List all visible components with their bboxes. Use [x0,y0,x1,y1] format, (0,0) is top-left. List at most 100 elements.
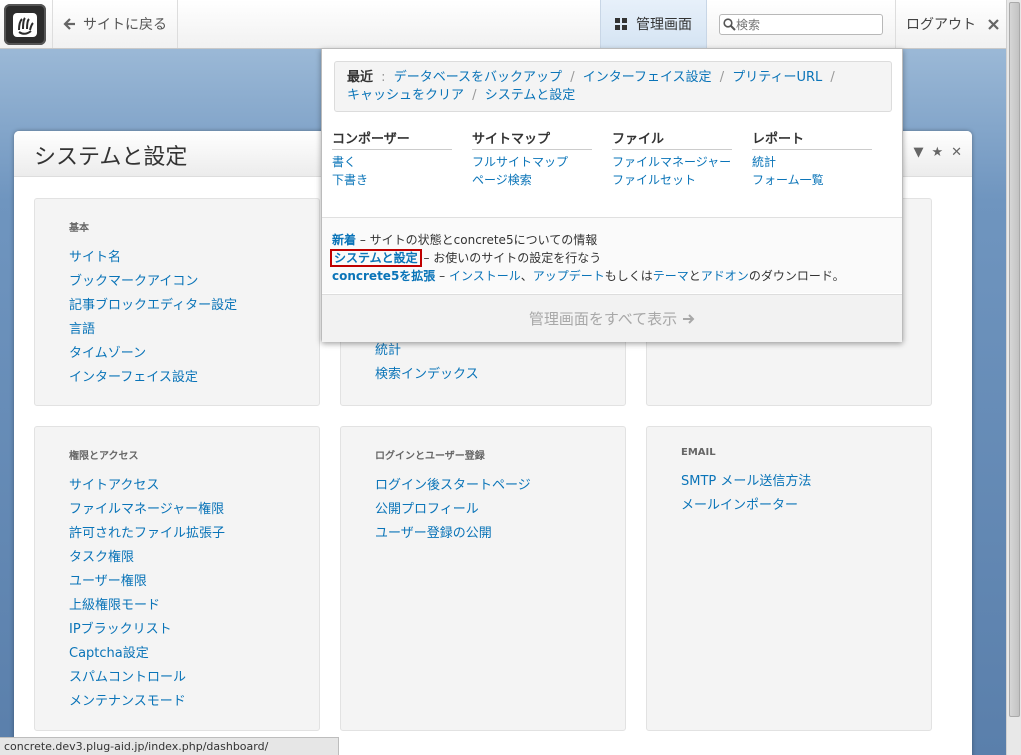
logo-hand-icon [13,12,37,37]
logout-button[interactable]: ログアウト [895,0,1006,48]
extend-dash: – [439,269,446,283]
grid-icon [615,17,627,30]
menu-link-statistics[interactable]: 統計 [752,153,872,171]
link-public-registration[interactable]: ユーザー登録の公開 [375,522,625,546]
recent-link-pretty-url[interactable]: プリティーURL [732,70,822,85]
link-bookmark-icon[interactable]: ブックマークアイコン [69,270,319,294]
link-task-permissions[interactable]: タスク権限 [69,546,319,570]
search-input[interactable] [736,17,876,32]
link-user-permissions[interactable]: ユーザー権限 [69,570,319,594]
theme-link[interactable]: テーマ [653,269,689,283]
link-mail-importer[interactable]: メールインポーター [681,494,931,518]
section-basic: 基本 サイト名 ブックマークアイコン 記事ブロックエディター設定 言語 タイムゾ… [34,198,320,406]
concrete5-logo[interactable] [4,4,46,45]
scrollbar-thumb[interactable] [1009,2,1020,717]
menu-link-file-sets[interactable]: ファイルセット [612,171,732,189]
link-allowed-extensions[interactable]: 許可されたファイル拡張子 [69,522,319,546]
link-site-access[interactable]: サイトアクセス [69,474,319,498]
install-link[interactable]: インストール [449,269,521,283]
menu-column-files: ファイル ファイルマネージャー ファイルセット [612,128,732,189]
arrow-right-icon [683,313,695,324]
link-spam-control[interactable]: スパムコントロール [69,666,319,690]
recent-links-box: 最近 : データベースをバックアップ / インターフェイス設定 / プリティーU… [334,61,892,112]
logout-label: ログアウト [906,17,976,33]
search-icon [723,18,736,31]
recent-link-interface[interactable]: インターフェイス設定 [583,70,712,85]
extend-line: concrete5を拡張 – インストール、アップデートもしくはテーマとアドオン… [332,267,892,285]
section-heading: 基本 [69,223,89,234]
page-title: システムと設定 [34,145,188,170]
menu-column-composer: コンポーザー 書く 下書き [332,128,452,189]
top-toolbar: サイトに戻る 管理画面 ログアウト [0,0,1006,49]
system-settings-link[interactable]: システムと設定 [330,249,422,267]
column-title: サイトマップ [472,128,592,150]
recent-separator: : [381,70,386,85]
link-ip-blacklist[interactable]: IPブラックリスト [69,618,319,642]
arrow-left-icon [63,18,75,30]
close-icon [988,18,999,30]
menu-column-reports: レポート 統計 フォーム一覧 [752,128,872,189]
link-maintenance-mode[interactable]: メンテナンスモード [69,690,319,714]
menu-column-sitemap: サイトマップ フルサイトマップ ページ検索 [472,128,592,189]
menu-link-write[interactable]: 書く [332,153,452,171]
slash-separator: / [719,70,725,85]
settings-description: – お使いのサイトの設定を行なう [423,251,602,265]
link-advanced-permissions[interactable]: 上級権限モード [69,594,319,618]
vertical-scrollbar[interactable] [1006,0,1021,755]
status-bar-url: concrete.dev3.plug-aid.jp/index.php/dash… [0,737,339,755]
link-login-start-page[interactable]: ログイン後スタートページ [375,474,625,498]
back-to-site-label: サイトに戻る [83,17,167,33]
update-link[interactable]: アップデート [533,269,605,283]
link-site-name[interactable]: サイト名 [69,246,319,270]
link-file-manager-permissions[interactable]: ファイルマネージャー権限 [69,498,319,522]
extend-comma: 、 [520,269,533,283]
link-smtp-method[interactable]: SMTP メール送信方法 [681,470,931,494]
menu-link-drafts[interactable]: 下書き [332,171,452,189]
link-language[interactable]: 言語 [69,318,319,342]
menu-link-full-sitemap[interactable]: フルサイトマップ [472,153,592,171]
section-permissions: 権限とアクセス サイトアクセス ファイルマネージャー権限 許可されたファイル拡張… [34,426,320,731]
close-icon[interactable]: ✕ [951,145,962,160]
link-statistics[interactable]: 統計 [375,339,625,363]
search-box [719,14,883,35]
dashboard-button[interactable]: 管理画面 [600,0,707,48]
dashboard-dropdown-menu: 最近 : データベースをバックアップ / インターフェイス設定 / プリティーU… [321,48,903,342]
recent-link-backup[interactable]: データベースをバックアップ [394,70,562,85]
menu-link-form-results[interactable]: フォーム一覧 [752,171,872,189]
slash-separator: / [570,70,575,85]
extend-and: と [688,269,701,283]
section-email: EMAIL SMTP メール送信方法 メールインポーター [646,426,932,731]
link-editor-settings[interactable]: 記事ブロックエディター設定 [69,294,319,318]
news-line: 新着 – サイトの状態とconcrete5についての情報 [332,231,892,249]
dashboard-info-section: 新着 – サイトの状態とconcrete5についての情報 システムと設定 – お… [322,217,902,293]
extend-link[interactable]: concrete5を拡張 [332,269,435,283]
extend-or: もしくは [604,269,653,283]
extend-tail: のダウンロード。 [748,269,845,283]
section-heading: 権限とアクセス [69,451,139,462]
link-public-profiles[interactable]: 公開プロフィール [375,498,625,522]
section-login-registration: ログインとユーザー登録 ログイン後スタートページ 公開プロフィール ユーザー登録… [340,426,626,731]
news-link[interactable]: 新着 [332,233,356,247]
link-interface-settings[interactable]: インターフェイス設定 [69,366,319,390]
section-heading: ログインとユーザー登録 [375,451,485,462]
show-all-label: 管理画面をすべて表示 [528,310,678,328]
link-captcha[interactable]: Captcha設定 [69,642,319,666]
settings-line: システムと設定 – お使いのサイトの設定を行なう [330,249,892,267]
collapse-icon[interactable]: ▼ [913,145,923,160]
link-timezone[interactable]: タイムゾーン [69,342,319,366]
menu-link-file-manager[interactable]: ファイルマネージャー [612,153,732,171]
dashboard-label: 管理画面 [636,17,692,33]
show-all-dashboard-button[interactable]: 管理画面をすべて表示 [322,294,902,342]
news-description: – サイトの状態とconcrete5についての情報 [359,233,598,247]
column-title: コンポーザー [332,128,452,150]
link-search-index[interactable]: 検索インデックス [375,363,625,387]
column-title: ファイル [612,128,732,150]
recent-link-system-settings[interactable]: システムと設定 [485,88,576,103]
recent-link-clear-cache[interactable]: キャッシュをクリア [347,88,464,103]
star-icon[interactable]: ★ [931,145,943,160]
slash-separator: / [830,70,835,85]
addon-link[interactable]: アドオン [701,269,749,283]
menu-link-page-search[interactable]: ページ検索 [472,171,592,189]
slash-separator: / [472,88,477,103]
back-to-site-button[interactable]: サイトに戻る [52,0,178,48]
